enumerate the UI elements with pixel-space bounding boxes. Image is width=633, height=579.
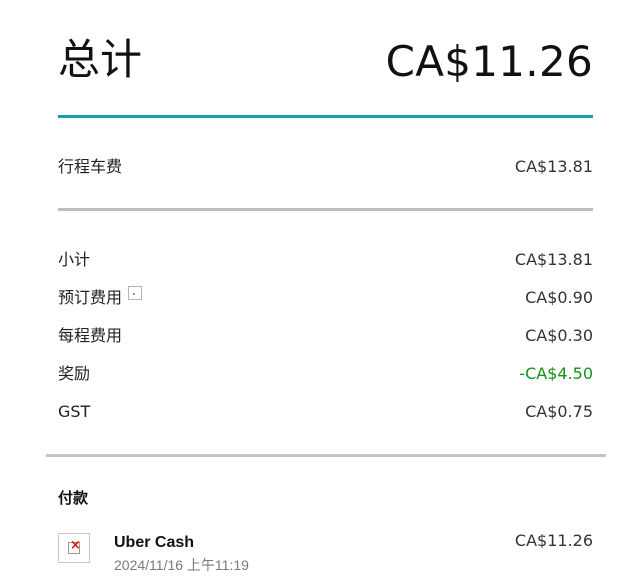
fare-row: 行程车费 CA$13.81 [58,155,593,179]
total-amount: CA$11.26 [385,37,593,86]
gst-amount: CA$0.75 [525,402,593,421]
reward-label: 奖励 [58,364,91,383]
booking-fee-amount: CA$0.90 [525,288,593,307]
gst-row: GST CA$0.75 [58,400,593,424]
subtotal-row: 小计 CA$13.81 [58,248,593,272]
payment-datetime: 2024/11/16 上午11:19 [114,557,249,573]
subtotal-label: 小计 [58,250,91,269]
per-trip-fee-amount: CA$0.30 [525,326,593,345]
booking-fee-row: 预订费用 CA$0.90 [58,286,593,310]
total-divider [58,115,593,118]
fare-label: 行程车费 [58,157,123,176]
breakdown-divider [46,454,606,457]
info-icon[interactable] [128,286,143,300]
subtotal-amount: CA$13.81 [514,250,593,269]
total-label: 总计 [58,35,143,84]
booking-fee-label-wrap: 预订费用 [58,286,143,310]
payment-section-title: 付款 [58,489,89,507]
per-trip-fee-row: 每程费用 CA$0.30 [58,324,593,348]
total-row: 总计 CA$11.26 [58,30,593,94]
per-trip-fee-label: 每程费用 [58,326,123,345]
fare-divider [58,208,593,211]
reward-row: 奖励 -CA$4.50 [58,362,593,386]
reward-amount: -CA$4.50 [519,364,593,383]
booking-fee-label: 预订费用 [58,288,123,307]
payment-amount: CA$11.26 [514,531,593,550]
fare-amount: CA$13.81 [514,157,593,176]
gst-label: GST [58,402,91,421]
broken-image-icon [58,533,90,563]
payment-method-name: Uber Cash [114,534,195,551]
